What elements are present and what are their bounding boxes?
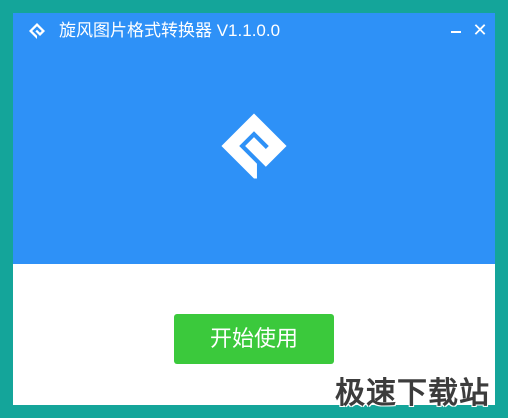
start-button[interactable]: 开始使用 [174, 314, 334, 364]
app-logo-icon [221, 113, 287, 179]
window-title: 旋风图片格式转换器 V1.1.0.0 [59, 21, 281, 40]
watermark-text: 极速下载站 [335, 376, 490, 411]
title-bar[interactable]: 旋风图片格式转换器 V1.1.0.0 ✕ [13, 13, 495, 49]
app-logo-icon [29, 23, 45, 39]
close-button[interactable]: ✕ [469, 19, 491, 41]
minimize-button[interactable] [445, 19, 467, 41]
app-window: 旋风图片格式转换器 V1.1.0.0 ✕ 开始使用 [13, 13, 495, 405]
header-banner: 旋风图片格式转换器 V1.1.0.0 ✕ [13, 13, 495, 264]
minimize-icon [451, 31, 461, 33]
close-icon: ✕ [472, 20, 488, 40]
